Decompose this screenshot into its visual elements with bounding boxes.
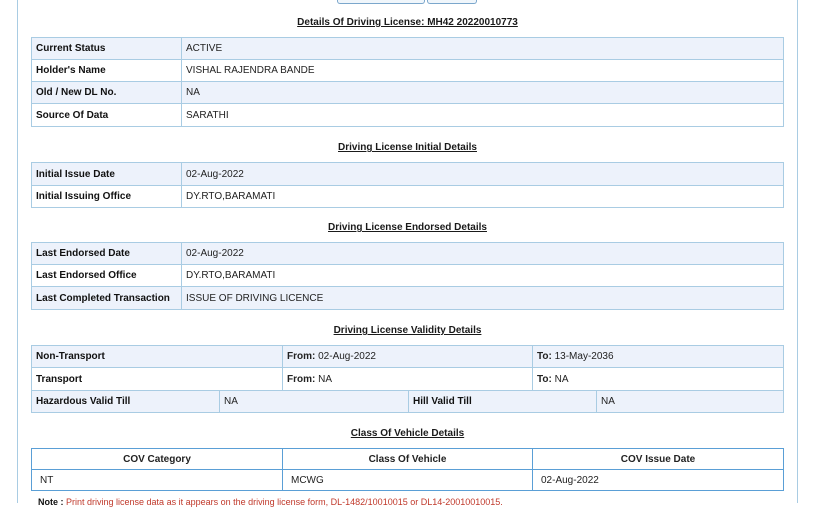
transport-from-value: NA	[318, 373, 333, 385]
endorsed-details-heading: Driving License Endorsed Details	[328, 222, 487, 233]
table-row: NT MCWG 02-Aug-2022	[31, 469, 784, 491]
table-row: Current Status ACTIVE	[31, 37, 784, 60]
to-label: To:	[537, 351, 552, 362]
basic-details-table: Current Status ACTIVE Holder's Name VISH…	[31, 37, 784, 127]
hazard-hill-table: Hazardous Valid Till NA Hill Valid Till …	[31, 390, 784, 413]
table-row: Last Endorsed Date 02-Aug-2022	[31, 242, 784, 265]
non-transport-to: To: 13-May-2036	[532, 345, 784, 368]
panel-right-border	[797, 0, 798, 503]
row-label: Current Status	[31, 37, 182, 60]
table-row: Initial Issuing Office DY.RTO,BARAMATI	[31, 185, 784, 208]
hazardous-label: Hazardous Valid Till	[31, 390, 220, 413]
column-header: COV Category	[31, 448, 283, 470]
hazardous-value: NA	[219, 390, 409, 413]
non-transport-from: From: 02-Aug-2022	[282, 345, 533, 368]
from-label: From:	[287, 351, 316, 362]
hill-value: NA	[596, 390, 784, 413]
table-row: Holder's Name VISHAL RAJENDRA BANDE	[31, 59, 784, 82]
hill-label: Hill Valid Till	[408, 390, 597, 413]
row-label: Last Endorsed Office	[31, 264, 182, 287]
transport-from: From: NA	[282, 367, 533, 391]
transport-to: To: NA	[532, 367, 784, 391]
transport-to-value: NA	[554, 373, 569, 385]
row-label: Initial Issuing Office	[31, 185, 182, 208]
table-row: Hazardous Valid Till NA Hill Valid Till …	[31, 390, 784, 413]
row-label: Last Endorsed Date	[31, 242, 182, 265]
last-endorsed-date-value: 02-Aug-2022	[181, 242, 784, 265]
transport-label: Transport	[31, 367, 283, 391]
initial-issuing-office-value: DY.RTO,BARAMATI	[181, 185, 784, 208]
table-row: Last Endorsed Office DY.RTO,BARAMATI	[31, 264, 784, 287]
initial-details-table: Initial Issue Date 02-Aug-2022 Initial I…	[31, 162, 784, 208]
current-status-value: ACTIVE	[181, 37, 784, 60]
cov-details-heading: Class Of Vehicle Details	[350, 428, 465, 439]
initial-details-heading: Driving License Initial Details	[338, 142, 477, 153]
last-completed-transaction-value: ISSUE OF DRIVING LICENCE	[181, 286, 784, 310]
top-button-2[interactable]	[427, 0, 477, 4]
cov-category-cell: NT	[31, 469, 283, 491]
endorsed-details-table: Last Endorsed Date 02-Aug-2022 Last Endo…	[31, 242, 784, 310]
non-transport-label: Non-Transport	[31, 345, 283, 368]
panel-left-border	[17, 0, 18, 503]
source-of-data-value: SARATHI	[181, 103, 784, 127]
to-label: To:	[537, 373, 552, 385]
note-label: Note :	[38, 497, 64, 507]
note: Note : Print driving license data as it …	[38, 497, 503, 507]
non-transport-to-value: 13-May-2036	[554, 351, 614, 362]
holder-name-value: VISHAL RAJENDRA BANDE	[181, 59, 784, 82]
table-row: Transport From: NA To: NA	[31, 367, 784, 391]
validity-table: Non-Transport From: 02-Aug-2022 To: 13-M…	[31, 345, 784, 391]
class-of-vehicle-cell: MCWG	[282, 469, 533, 491]
top-button-1[interactable]	[337, 0, 425, 4]
dl-details-heading: Details Of Driving License: MH42 2022001…	[297, 17, 518, 28]
table-row: Initial Issue Date 02-Aug-2022	[31, 162, 784, 186]
row-label: Old / New DL No.	[31, 81, 182, 104]
column-header: COV Issue Date	[532, 448, 784, 470]
from-label: From:	[287, 373, 316, 385]
note-text: Print driving license data as it appears…	[66, 497, 503, 507]
table-row: Non-Transport From: 02-Aug-2022 To: 13-M…	[31, 345, 784, 368]
cov-header-row: COV Category Class Of Vehicle COV Issue …	[31, 448, 784, 470]
table-row: Source Of Data SARATHI	[31, 103, 784, 127]
initial-issue-date-value: 02-Aug-2022	[181, 162, 784, 186]
cov-table: COV Category Class Of Vehicle COV Issue …	[31, 448, 784, 491]
non-transport-from-value: 02-Aug-2022	[318, 351, 376, 362]
last-endorsed-office-value: DY.RTO,BARAMATI	[181, 264, 784, 287]
row-label: Source Of Data	[31, 103, 182, 127]
table-row: Last Completed Transaction ISSUE OF DRIV…	[31, 286, 784, 310]
column-header: Class Of Vehicle	[282, 448, 533, 470]
validity-details-heading: Driving License Validity Details	[333, 325, 482, 336]
cov-issue-date-cell: 02-Aug-2022	[532, 469, 784, 491]
old-new-dl-value: NA	[181, 81, 784, 104]
row-label: Last Completed Transaction	[31, 286, 182, 310]
table-row: Old / New DL No. NA	[31, 81, 784, 104]
row-label: Initial Issue Date	[31, 162, 182, 186]
row-label: Holder's Name	[31, 59, 182, 82]
